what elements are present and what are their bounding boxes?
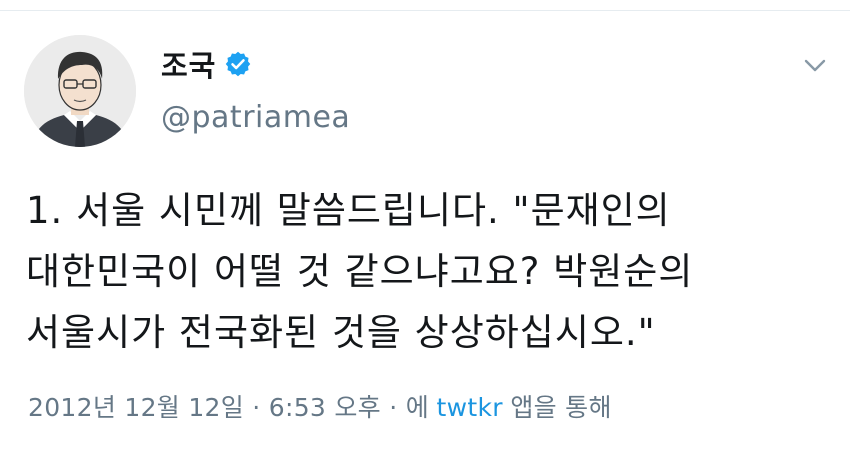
author-handle[interactable]: @patriamea — [161, 100, 350, 135]
tweet-meta: 2012년 12월 12일 · 6:53 오후 · 에 twtkr 앱을 통해 — [28, 388, 612, 424]
chevron-down-icon[interactable] — [800, 54, 830, 78]
author-name-row: 조국 — [161, 44, 252, 84]
source-suffix: 앱을 통해 — [510, 393, 612, 422]
tweet-timestamp[interactable]: 2012년 12월 12일 · 6:53 오후 · 에 — [28, 388, 429, 424]
tweet-card: 조국 @patriamea 1. 서울 시민께 말씀드립니다. "문재인의 대한… — [0, 0, 850, 463]
author-avatar[interactable] — [24, 35, 136, 147]
caricature-avatar-icon — [24, 35, 136, 147]
author-display-name[interactable]: 조국 — [161, 43, 216, 85]
verified-badge-icon — [224, 50, 252, 78]
tweet-text: 1. 서울 시민께 말씀드립니다. "문재인의 대한민국이 어떨 것 같으냐고요… — [26, 189, 694, 354]
source-app-link[interactable]: twtkr — [437, 393, 503, 422]
